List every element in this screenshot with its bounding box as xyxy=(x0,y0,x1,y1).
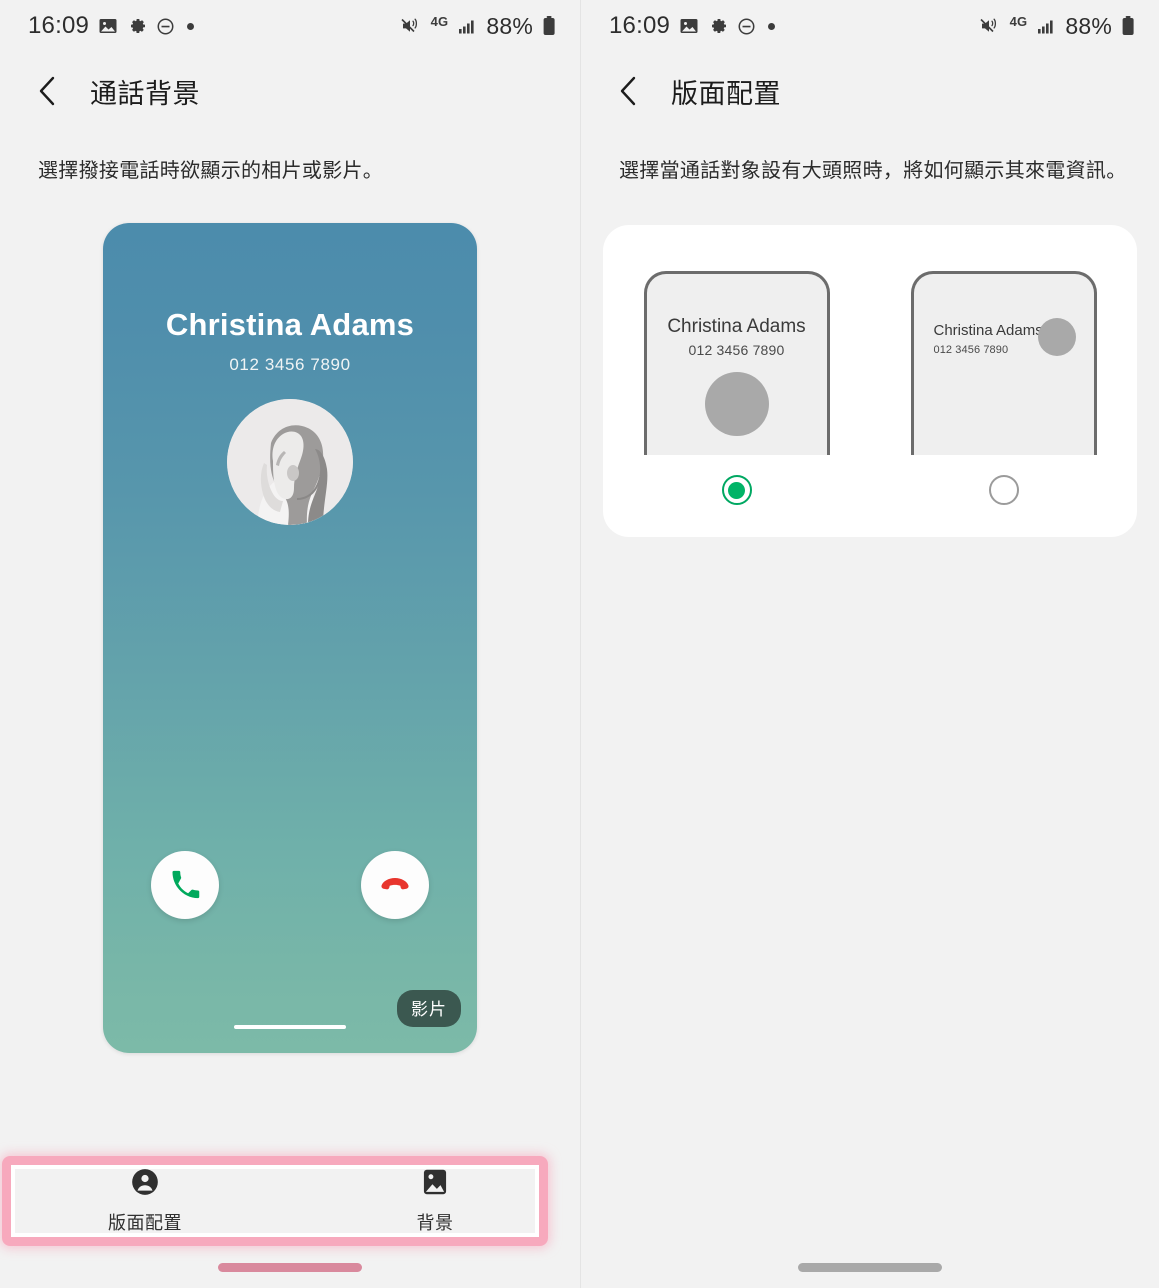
phone-hangup-icon xyxy=(381,878,409,890)
bottom-tab-bar: 版面配置 背景 xyxy=(0,1164,580,1238)
option-contact-name: Christina Adams xyxy=(667,316,806,337)
reject-call-button[interactable] xyxy=(361,851,429,919)
battery-icon xyxy=(1121,15,1135,37)
page-title-right: 版面配置 xyxy=(671,78,781,109)
dot-icon xyxy=(187,22,195,30)
person-icon xyxy=(131,1168,159,1201)
video-badge[interactable]: 影片 xyxy=(397,990,461,1027)
option-avatar-placeholder xyxy=(1037,318,1076,356)
network-type-label: 4G xyxy=(1009,13,1028,29)
image-icon xyxy=(422,1168,448,1201)
radio-centered[interactable] xyxy=(721,475,752,505)
option-avatar-placeholder xyxy=(704,372,769,436)
layout-preview-compact: Christina Adams 012 3456 7890 xyxy=(910,271,1097,455)
left-screen: 16:09 4G 88% 通話背景 選擇撥接電話時欲顯示的相片或影片。 Chri… xyxy=(0,0,580,1288)
mute-vibrate-icon xyxy=(400,16,422,36)
signal-bars-icon xyxy=(457,17,477,35)
status-bar-right-group: 4G 88% xyxy=(400,13,556,40)
layout-preview-centered: Christina Adams 012 3456 7890 xyxy=(643,271,830,455)
image-icon xyxy=(98,16,118,36)
battery-percent-label: 88% xyxy=(1065,12,1112,39)
gear-icon xyxy=(708,16,728,36)
image-icon xyxy=(679,16,699,36)
app-bar-right: 版面配置 xyxy=(581,52,1159,130)
accept-call-button[interactable] xyxy=(151,851,219,919)
status-bar-left: 16:09 4G 88% xyxy=(0,0,580,52)
tab-layout[interactable]: 版面配置 xyxy=(0,1164,290,1238)
layout-option-compact[interactable]: Christina Adams 012 3456 7890 xyxy=(870,225,1137,537)
status-bar-left-group: 16:09 xyxy=(609,12,776,40)
status-bar-left-group: 16:09 xyxy=(28,12,195,40)
status-bar-right: 16:09 4G 88% xyxy=(581,0,1159,52)
phone-call-icon xyxy=(172,870,200,899)
battery-icon xyxy=(542,15,556,37)
option-phone-number: 012 3456 7890 xyxy=(688,342,785,358)
left-description: 選擇撥接電話時欲顯示的相片或影片。 xyxy=(38,160,384,182)
do-not-disturb-icon xyxy=(737,17,756,36)
tab-background[interactable]: 背景 xyxy=(290,1164,580,1238)
preview-contact-name: Christina Adams xyxy=(165,307,415,342)
gear-icon xyxy=(127,16,147,36)
page-title-left: 通話背景 xyxy=(90,78,200,109)
dot-icon xyxy=(768,22,776,30)
right-screen: 16:09 4G 88% 版面配置 選擇當通話對象設有大頭照時，將如何顯示其來電… xyxy=(580,0,1159,1288)
app-bar-left: 通話背景 xyxy=(0,52,580,130)
right-description: 選擇當通話對象設有大頭照時，將如何顯示其來電資訊。 xyxy=(619,160,1127,182)
preview-phone-number: 012 3456 7890 xyxy=(229,355,351,374)
option-phone-number: 012 3456 7890 xyxy=(933,344,1009,356)
system-home-indicator-right[interactable] xyxy=(798,1263,942,1272)
call-preview-wrapper: Christina Adams 012 3456 7890 影片 xyxy=(0,223,580,1053)
network-type-label: 4G xyxy=(430,13,449,29)
layout-options-card: Christina Adams 012 3456 7890 Christina … xyxy=(603,225,1137,537)
chevron-left-icon xyxy=(39,76,55,106)
call-background-preview[interactable]: Christina Adams 012 3456 7890 影片 xyxy=(103,223,477,1053)
signal-bars-icon xyxy=(1036,17,1056,35)
do-not-disturb-icon xyxy=(156,17,175,36)
chevron-left-icon xyxy=(620,76,636,106)
preview-home-indicator xyxy=(234,1025,346,1029)
option-contact-name: Christina Adams xyxy=(933,322,1043,339)
tab-background-label: 背景 xyxy=(416,1212,454,1233)
tab-layout-label: 版面配置 xyxy=(108,1212,182,1233)
mute-vibrate-icon xyxy=(979,16,1001,36)
battery-percent-label: 88% xyxy=(486,12,533,39)
back-button-left[interactable] xyxy=(30,74,64,108)
radio-compact[interactable] xyxy=(988,475,1019,505)
back-button-right[interactable] xyxy=(611,74,645,108)
status-time: 16:09 xyxy=(28,12,90,39)
system-home-indicator-left[interactable] xyxy=(218,1263,362,1272)
screenshot-root: 16:09 4G 88% 通話背景 選擇撥接電話時欲顯示的相片或影片。 Chri… xyxy=(0,0,1159,1288)
avatar xyxy=(227,399,353,525)
status-time: 16:09 xyxy=(609,12,671,39)
status-bar-right-group: 4G 88% xyxy=(979,13,1135,40)
layout-option-centered[interactable]: Christina Adams 012 3456 7890 xyxy=(603,225,870,537)
